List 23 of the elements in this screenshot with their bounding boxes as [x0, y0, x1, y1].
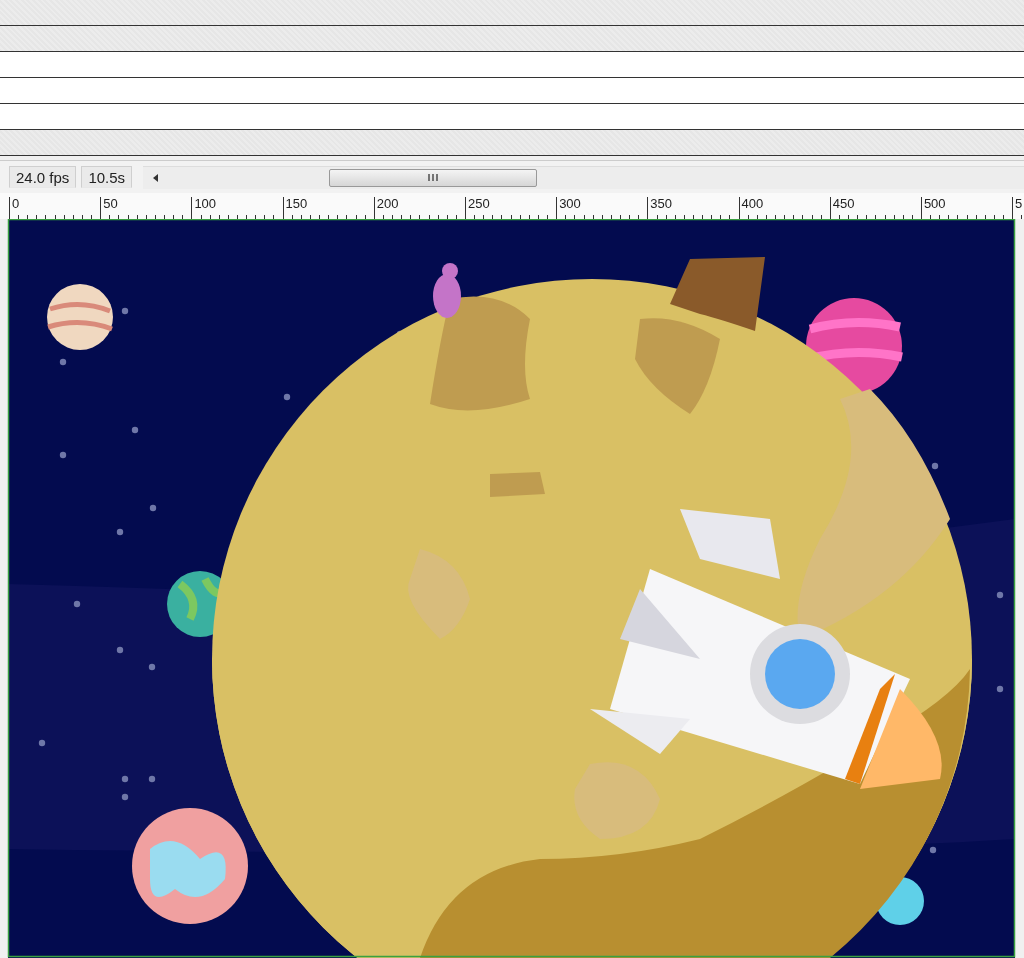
left-arrow-icon[interactable]: [153, 173, 160, 182]
ruler-label: 50: [100, 197, 192, 217]
ruler-label: 150: [282, 197, 374, 217]
ruler-label: 300: [556, 197, 648, 217]
grip-icon: [428, 174, 439, 181]
ruler-label: 400: [738, 197, 830, 217]
timeline-layer-row[interactable]: [0, 78, 1024, 104]
timeline-layer-row[interactable]: [0, 26, 1024, 52]
ruler-label: 5: [1012, 197, 1024, 217]
ruler-label: 450: [829, 197, 921, 217]
ruler-label: 350: [647, 197, 739, 217]
timeline-layer-row[interactable]: [0, 104, 1024, 130]
ruler-label: 200: [373, 197, 465, 217]
timeline-layer-row[interactable]: [0, 52, 1024, 78]
ruler-label: 500: [920, 197, 1013, 217]
ruler-label: 100: [191, 197, 283, 217]
elapsed-time-field: 10.5s: [81, 166, 133, 188]
ruler-label: 0: [9, 197, 101, 217]
timeline-layer-row[interactable]: [0, 0, 1024, 26]
scrollbar-thumb[interactable]: [329, 168, 538, 187]
ruler-label: 250: [464, 197, 557, 217]
frame-rate-field[interactable]: 24.0 fps: [9, 166, 77, 188]
timeline-layer-row[interactable]: [0, 130, 1024, 156]
